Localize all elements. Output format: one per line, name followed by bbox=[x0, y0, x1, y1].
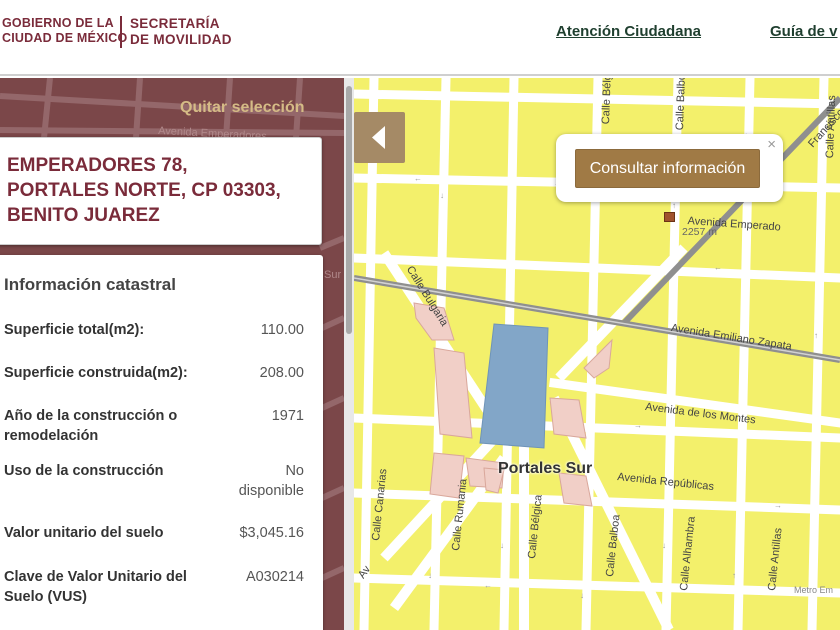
row-label: Clave de Valor Unitario del Suelo (VUS) bbox=[4, 569, 187, 605]
street-label-antillas-top: Calle Antillas bbox=[824, 95, 839, 159]
map-popup: × Consultar información bbox=[556, 134, 783, 202]
chevron-left-icon bbox=[372, 126, 385, 149]
row-label: Año de la construcción o remodelación bbox=[4, 408, 178, 444]
info-row-clave-vus: Clave de Valor Unitario del Suelo (VUS) … bbox=[4, 567, 304, 609]
selected-parcel-marker[interactable] bbox=[664, 212, 675, 222]
svg-text:→: → bbox=[634, 421, 642, 430]
place-label-portales-sur: Portales Sur bbox=[498, 460, 593, 477]
cadastral-info-title: Información catastral bbox=[4, 275, 176, 294]
svg-text:←: ← bbox=[414, 174, 422, 183]
row-label: Superficie total(m2): bbox=[4, 322, 145, 338]
info-row-anio-construccion: Año de la construcción o remodelación 19… bbox=[4, 406, 304, 448]
svg-text:↑: ↑ bbox=[672, 201, 676, 210]
street-label-belgica-top: Calle Bélgica bbox=[600, 78, 615, 125]
logo-sec-line1: SECRETARÍA bbox=[130, 16, 220, 31]
svg-text:↓: ↓ bbox=[500, 541, 504, 550]
street-label-balboa-top: Calle Balboa bbox=[674, 78, 689, 131]
info-row-superficie-construida: Superficie construida(m2): 208.00 bbox=[4, 363, 304, 385]
row-value: 110.00 bbox=[260, 322, 304, 338]
svg-text:←: ← bbox=[714, 263, 722, 272]
row-label: Uso de la construcción bbox=[4, 463, 164, 479]
row-label: Valor unitario del suelo bbox=[4, 525, 164, 541]
collapse-panel-button[interactable] bbox=[354, 112, 405, 163]
row-value: No disponible bbox=[238, 463, 304, 499]
row-value: 1971 bbox=[271, 408, 304, 424]
svg-text:↓: ↓ bbox=[440, 191, 444, 200]
consultar-informacion-button[interactable]: Consultar información bbox=[575, 149, 760, 188]
svg-text:↓: ↓ bbox=[662, 541, 666, 550]
semovi-logo[interactable]: SECRETARÍA DE MOVILIDAD bbox=[130, 16, 232, 48]
svg-text:↓: ↓ bbox=[580, 591, 584, 600]
panel-street-sur: Sur bbox=[324, 269, 341, 281]
nav-atencion-ciudadana[interactable]: Atención Ciudadana bbox=[556, 23, 701, 40]
row-value: $3,045.16 bbox=[239, 525, 304, 541]
logo-divider bbox=[120, 16, 122, 48]
info-row-valor-unitario: Valor unitario del suelo $3,045.16 bbox=[4, 523, 304, 545]
logo-gov-line2: CIUDAD DE MÉXICO bbox=[2, 31, 128, 45]
svg-text:↑: ↑ bbox=[732, 571, 736, 580]
svg-text:↓: ↓ bbox=[428, 571, 432, 580]
logo-gov-line1: GOBIERNO DE LA bbox=[2, 16, 114, 30]
address-card: EMPERADORES 78, PORTALES NORTE, CP 03303… bbox=[0, 137, 322, 245]
info-row-uso-construccion: Uso de la construcción No disponible bbox=[4, 461, 304, 503]
address-line-2: PORTALES NORTE, CP 03303, bbox=[7, 180, 281, 201]
svg-text:↑: ↑ bbox=[814, 331, 818, 340]
info-panel: Avenida Emperadores Sur Quitar selección… bbox=[0, 78, 344, 630]
panel-scrollbar[interactable] bbox=[344, 78, 354, 630]
panel-scrollbar-thumb[interactable] bbox=[346, 86, 352, 334]
svg-text:←: ← bbox=[484, 581, 492, 590]
info-row-superficie-total: Superficie total(m2): 110.00 bbox=[4, 320, 304, 342]
cadastral-info-card: Información catastral Superficie total(m… bbox=[0, 255, 323, 630]
row-value: 208.00 bbox=[259, 365, 304, 381]
row-value: A030214 bbox=[245, 569, 304, 585]
svg-text:→: → bbox=[774, 501, 782, 510]
distance-label: 2257 m bbox=[682, 226, 718, 238]
quitar-seleccion-button[interactable]: Quitar selección bbox=[180, 99, 305, 117]
logo-sec-line2: DE MOVILIDAD bbox=[130, 32, 232, 47]
site-header: GOBIERNO DE LA CIUDAD DE MÉXICO SECRETAR… bbox=[0, 0, 840, 76]
address-line-3: BENITO JUAREZ bbox=[7, 205, 160, 226]
cdmx-logo[interactable]: GOBIERNO DE LA CIUDAD DE MÉXICO bbox=[2, 16, 127, 46]
row-label: Superficie construida(m2): bbox=[4, 365, 188, 381]
popup-close-icon[interactable]: × bbox=[767, 136, 776, 153]
address-line-1: EMPERADORES 78, bbox=[7, 155, 188, 176]
map-attribution: Metro Em bbox=[794, 585, 834, 595]
nav-guia[interactable]: Guía de v bbox=[770, 23, 838, 40]
